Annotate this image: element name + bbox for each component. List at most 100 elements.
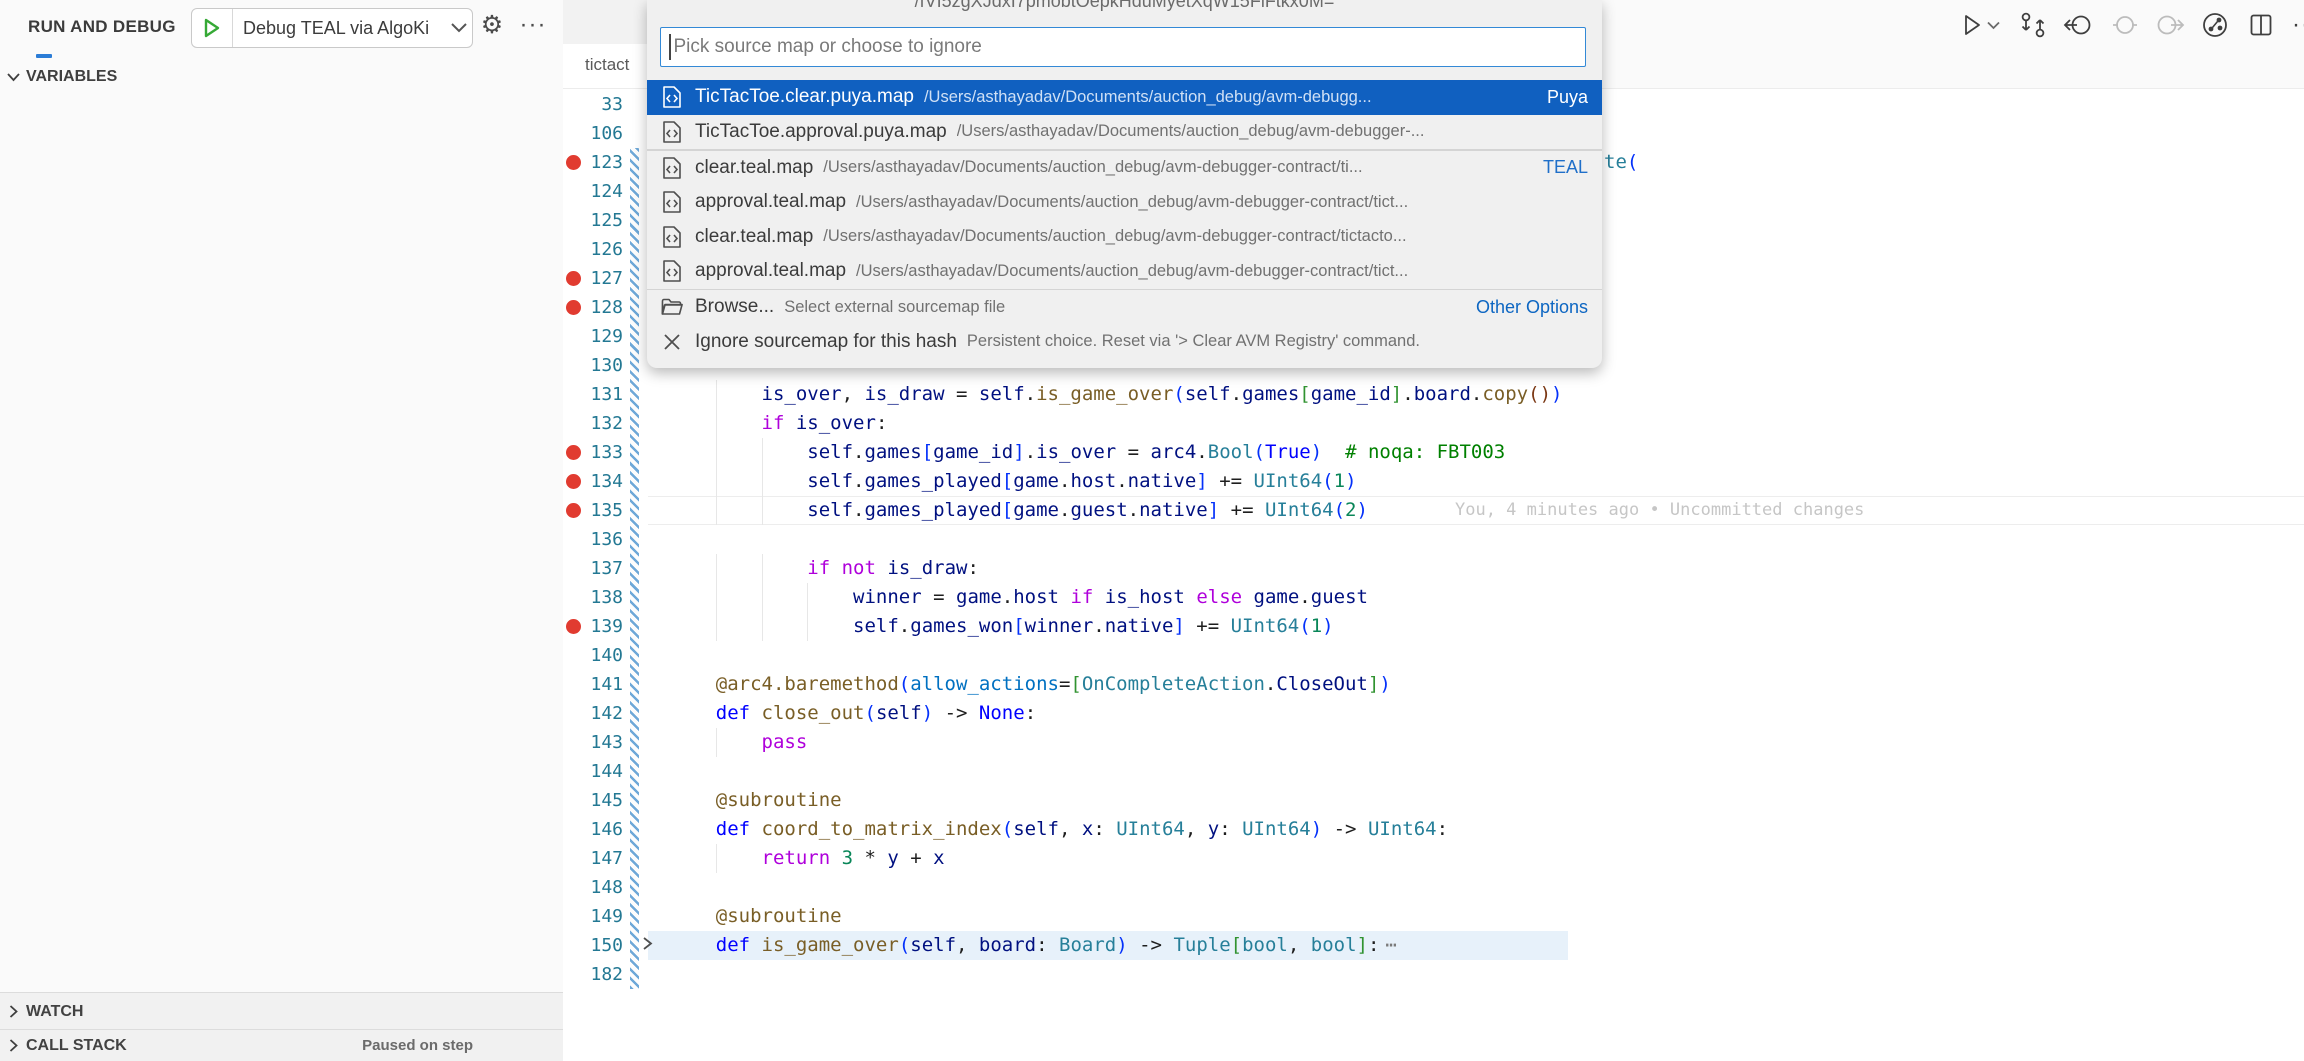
code-token xyxy=(750,702,761,724)
code-text: self.games_played[game.host.native] += U… xyxy=(670,467,1357,496)
code-token: ) xyxy=(1551,383,1562,405)
gear-icon[interactable]: ⚙ xyxy=(477,8,507,42)
line-number: 145 xyxy=(583,786,623,815)
code-token: ) xyxy=(922,702,933,724)
code-text-peek: te( xyxy=(1604,148,1638,177)
sourcemap-hash-title: /fVI5zgXJdxI7pmobtOepkHduMyetXqW15FiFtkx… xyxy=(647,0,1602,12)
code-token: . xyxy=(1059,499,1070,521)
code-token: [ xyxy=(1002,499,1013,521)
quickpick-item-1[interactable]: TicTacToe.approval.puya.map/Users/asthay… xyxy=(647,115,1602,150)
sourcemap-path: /Users/asthayadav/Documents/auction_debu… xyxy=(823,158,1533,177)
code-line-150[interactable]: 150def is_game_over(self, board: Board) … xyxy=(563,931,2304,960)
code-line-143[interactable]: 143pass xyxy=(563,728,2304,757)
breakpoint-icon[interactable] xyxy=(566,300,581,315)
quickpick-item-5[interactable]: approval.teal.map/Users/asthayadav/Docum… xyxy=(647,254,1602,289)
code-token: def xyxy=(716,702,750,724)
variables-section-header[interactable]: VARIABLES xyxy=(0,64,563,90)
code-token: if xyxy=(762,412,785,434)
code-token xyxy=(830,557,841,579)
line-number: 123 xyxy=(583,148,623,177)
code-token: : xyxy=(967,557,978,579)
code-token: Tuple xyxy=(1173,934,1230,956)
code-line-144[interactable]: 144 xyxy=(563,757,2304,786)
code-token: ( xyxy=(1173,383,1184,405)
quickpick-item-2[interactable]: clear.teal.map/Users/asthayadav/Document… xyxy=(647,151,1602,186)
breakpoint-icon[interactable] xyxy=(566,445,581,460)
code-line-134[interactable]: 134self.games_played[game.host.native] +… xyxy=(563,467,2304,496)
code-line-142[interactable]: 142def close_out(self) -> None: xyxy=(563,699,2304,728)
breakpoint-icon[interactable] xyxy=(566,503,581,518)
line-number: 135 xyxy=(583,496,623,525)
code-token: ( xyxy=(864,702,875,724)
code-token xyxy=(1242,586,1253,608)
code-token: y xyxy=(1208,818,1219,840)
code-text: @arc4.baremethod(allow_actions=[OnComple… xyxy=(670,670,1391,699)
code-line-140[interactable]: 140 xyxy=(563,641,2304,670)
code-token: game_id xyxy=(933,441,1013,463)
code-line-136[interactable]: 136 xyxy=(563,525,2304,554)
code-line-145[interactable]: 145 @subroutine xyxy=(563,786,2304,815)
code-token: Bool xyxy=(1208,441,1254,463)
code-line-138[interactable]: 138winner = game.host if is_host else ga… xyxy=(563,583,2304,612)
fold-chevron-icon[interactable] xyxy=(642,936,653,956)
code-token: . xyxy=(1116,470,1127,492)
code-token: ) xyxy=(1311,441,1322,463)
code-token: -> xyxy=(933,702,979,724)
code-line-135[interactable]: 135self.games_played[game.guest.native] … xyxy=(563,496,2304,525)
quickpick-item-4[interactable]: clear.teal.map/Users/asthayadav/Document… xyxy=(647,220,1602,255)
breakpoint-icon[interactable] xyxy=(566,271,581,286)
file-code-icon xyxy=(660,190,684,214)
sourcemap-type-badge: TEAL xyxy=(1543,157,1588,178)
code-line-148[interactable]: 148 xyxy=(563,873,2304,902)
other-options-link[interactable]: Other Options xyxy=(1476,297,1588,318)
code-token: winner xyxy=(853,586,922,608)
quickpick-item-ignore[interactable]: Ignore sourcemap for this hash Persisten… xyxy=(647,325,1602,360)
line-number: 128 xyxy=(583,293,623,322)
code-line-146[interactable]: 146def coord_to_matrix_index(self, x: UI… xyxy=(563,815,2304,844)
code-token: ( xyxy=(899,934,910,956)
code-text: if is_over: xyxy=(670,409,887,438)
code-line-149[interactable]: 149@subroutine xyxy=(563,902,2304,931)
code-token: : xyxy=(1093,818,1116,840)
watch-section-header[interactable]: WATCH xyxy=(0,992,563,1030)
more-actions-icon[interactable]: ··· xyxy=(518,8,548,42)
quickpick-item-browse[interactable]: Browse... Select external sourcemap file… xyxy=(647,290,1602,325)
code-line-141[interactable]: 141@arc4.baremethod(allow_actions=[OnCom… xyxy=(563,670,2304,699)
browse-description: Select external sourcemap file xyxy=(784,298,1466,317)
line-number: 182 xyxy=(583,960,623,989)
quickpick-input[interactable]: Pick source map or choose to ignore xyxy=(660,27,1586,67)
quickpick-item-0[interactable]: TicTacToe.clear.puya.map/Users/asthayada… xyxy=(647,80,1602,115)
code-token: copy xyxy=(1482,383,1528,405)
quickpick-list: TicTacToe.clear.puya.map/Users/asthayada… xyxy=(647,80,1602,359)
code-line-132[interactable]: 132if is_over: xyxy=(563,409,2304,438)
code-token: ] xyxy=(1391,383,1402,405)
variables-label: VARIABLES xyxy=(26,68,117,86)
code-line-182[interactable]: 182 xyxy=(563,960,2304,989)
code-token: += xyxy=(1219,499,1265,521)
breakpoint-icon[interactable] xyxy=(566,619,581,634)
code-line-133[interactable]: 133self.games[game_id].is_over = arc4.Bo… xyxy=(563,438,2304,467)
code-line-131[interactable]: 131is_over, is_draw = self.is_game_over(… xyxy=(563,380,2304,409)
breakpoint-icon[interactable] xyxy=(566,155,581,170)
code-token: = xyxy=(1059,673,1070,695)
code-line-137[interactable]: 137if not is_draw: xyxy=(563,554,2304,583)
code-token: , xyxy=(956,934,979,956)
code-token: () xyxy=(1528,383,1551,405)
code-line-147[interactable]: 147return 3 * y + x xyxy=(563,844,2304,873)
quickpick-item-3[interactable]: approval.teal.map/Users/asthayadav/Docum… xyxy=(647,185,1602,220)
start-debug-button[interactable] xyxy=(192,9,233,47)
breakpoint-icon[interactable] xyxy=(566,474,581,489)
ignore-description: Persistent choice. Reset via '> Clear AV… xyxy=(967,332,1602,351)
call-stack-section-header[interactable]: CALL STACK Paused on step xyxy=(0,1029,563,1061)
code-token: @subroutine xyxy=(716,905,842,927)
code-line-139[interactable]: 139self.games_won[winner.native] += UInt… xyxy=(563,612,2304,641)
code-text: @subroutine xyxy=(670,786,842,815)
code-token: game xyxy=(1013,499,1059,521)
debug-config-dropdown[interactable]: Debug TEAL via AlgoKi xyxy=(191,8,473,48)
sourcemap-type-badge: Puya xyxy=(1547,87,1588,108)
code-token: host xyxy=(1013,586,1059,608)
code-token: ( xyxy=(1002,818,1013,840)
code-token: self xyxy=(807,441,853,463)
chevron-right-icon xyxy=(0,1039,26,1052)
code-token: self xyxy=(1013,818,1059,840)
